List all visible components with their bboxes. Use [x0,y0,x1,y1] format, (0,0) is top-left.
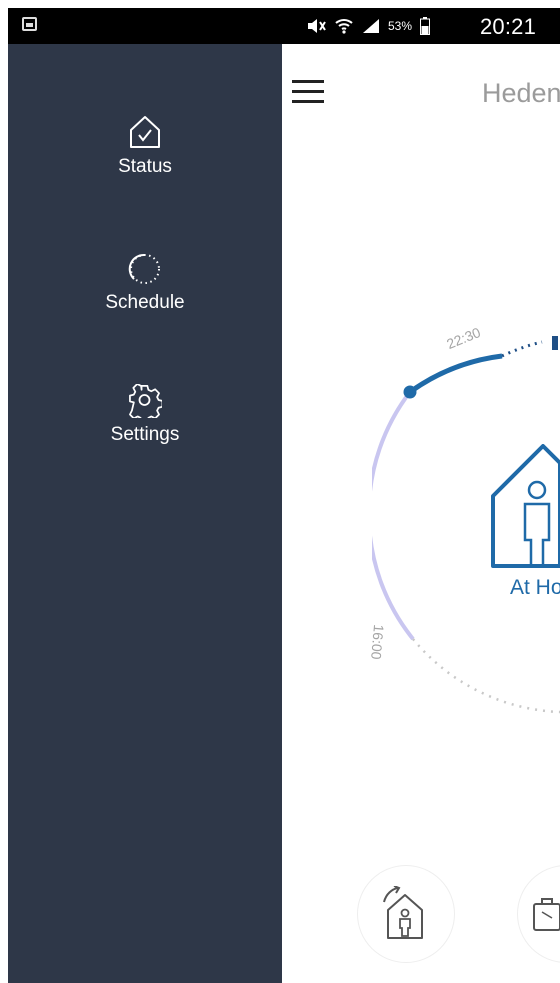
dial-arc-dotted-top [501,340,543,358]
main-content: Heden 22:30 16:00 At Ho [282,44,560,983]
dial-arc-light [372,390,415,641]
status-icons: 53% [306,16,431,36]
time-label-left: 16:00 [368,623,388,661]
at-home-icon [491,444,560,568]
home-arrive-icon [383,886,423,939]
nav-label-status: Status [118,156,172,177]
app-frame: 53% 20:21 Status Schedule Settings Heden… [8,8,560,983]
dial-arc-active [408,353,503,395]
mode-label: At Ho [510,576,560,599]
away-button[interactable] [518,866,560,962]
battery-percent: 53% [388,19,413,33]
signal-icon [363,19,379,33]
dial-marker [552,336,558,350]
nav-label-schedule: Schedule [105,292,185,313]
gear-icon [129,384,162,418]
suitcase-icon [533,898,560,931]
mute-icon [308,19,326,33]
battery-icon [420,17,431,35]
nav-item-settings[interactable]: Settings [8,384,282,446]
navigation-drawer: Status Schedule Settings [8,44,282,983]
page-title: Heden [482,78,560,108]
nav-item-status[interactable]: Status [8,114,282,178]
dial-arc-dotted-bottom [412,638,560,714]
menu-button[interactable] [292,80,324,104]
arrive-home-button[interactable] [358,866,454,962]
home-check-icon [130,116,160,148]
dotted-circle-icon [128,253,160,284]
wifi-icon [335,19,353,34]
clock-time: 20:21 [480,14,537,39]
dial-handle[interactable] [403,385,417,399]
screenshot-notification-icon [22,17,37,31]
status-bar: 53% 20:21 [8,8,560,44]
nav-label-settings: Settings [110,424,180,445]
nav-item-schedule[interactable]: Schedule [8,252,282,314]
